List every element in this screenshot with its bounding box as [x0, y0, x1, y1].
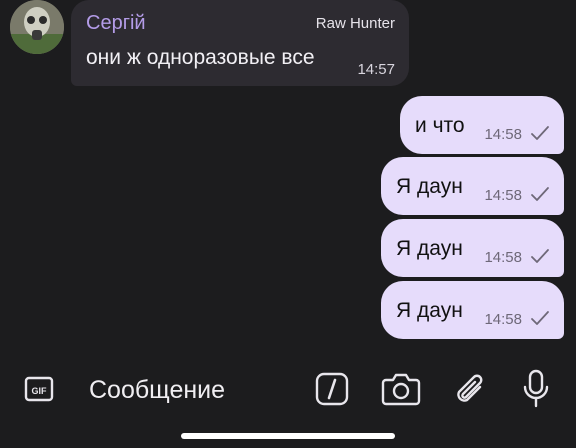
- message-time: 14:58: [484, 126, 522, 143]
- check-icon: [531, 249, 549, 263]
- sender-badge: Raw Hunter: [315, 15, 395, 32]
- outgoing-message[interactable]: и что 14:58: [400, 96, 564, 154]
- message-text: Я даун: [396, 237, 463, 260]
- incoming-message[interactable]: Сергій Raw Hunter они ж одноразовые все …: [71, 0, 409, 86]
- gif-icon[interactable]: GIF: [24, 374, 56, 406]
- outgoing-message[interactable]: Я даун 14:58: [381, 157, 564, 215]
- message-text: они ж одноразовые все: [86, 46, 315, 69]
- check-icon: [531, 187, 549, 201]
- message-text: Я даун: [396, 175, 463, 198]
- outgoing-message[interactable]: Я даун 14:58: [381, 219, 564, 277]
- check-icon: [531, 126, 549, 140]
- svg-text:GIF: GIF: [32, 386, 48, 396]
- message-time: 14:58: [484, 249, 522, 266]
- message-time: 14:58: [484, 311, 522, 328]
- command-slash-icon[interactable]: [315, 372, 349, 406]
- message-text: Я даун: [396, 299, 463, 322]
- outgoing-message[interactable]: Я даун 14:58: [381, 281, 564, 339]
- avatar[interactable]: [10, 0, 64, 54]
- check-icon: [531, 311, 549, 325]
- home-indicator[interactable]: [181, 433, 395, 439]
- message-input[interactable]: Сообщение: [89, 376, 225, 405]
- microphone-icon[interactable]: [522, 369, 550, 409]
- sender-name[interactable]: Сергій: [86, 12, 146, 35]
- message-composer: GIF Сообщение: [0, 355, 576, 425]
- message-time: 14:57: [357, 61, 395, 78]
- paperclip-icon[interactable]: [452, 370, 488, 408]
- message-list: Сергій Raw Hunter они ж одноразовые все …: [0, 0, 576, 350]
- camera-icon[interactable]: [381, 371, 421, 407]
- message-time: 14:58: [484, 187, 522, 204]
- message-text: и что: [415, 114, 465, 137]
